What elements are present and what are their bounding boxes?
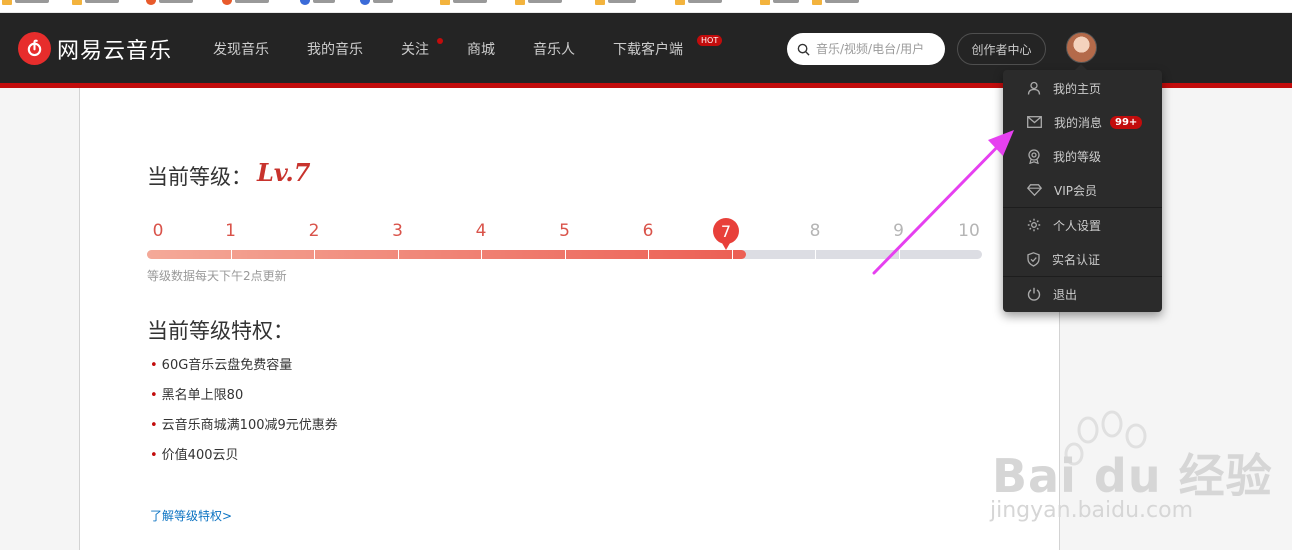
bookmark-item[interactable] <box>812 0 859 6</box>
unread-count-badge: 99+ <box>1110 115 1143 129</box>
privilege-item: • 黑名单上限80 <box>150 388 244 403</box>
level-tick-label: 3 <box>392 221 403 241</box>
menu-item-label: 我的主页 <box>1053 81 1102 96</box>
bookmark-item[interactable] <box>300 0 335 6</box>
current-level-label: 当前等级： <box>147 165 252 189</box>
level-tick-label: 1 <box>225 221 236 241</box>
level-progress-separator <box>230 250 232 259</box>
bookmark-item[interactable] <box>595 0 636 6</box>
bookmark-item[interactable] <box>675 0 722 6</box>
logo-text: 网易云音乐 <box>57 38 173 64</box>
medal-icon <box>1028 148 1040 164</box>
bookmark-item[interactable] <box>440 0 487 6</box>
hot-badge: HOT <box>697 35 723 46</box>
level-tick-label: 8 <box>809 221 821 241</box>
level-progress-separator <box>481 250 482 259</box>
bookmark-item[interactable] <box>360 0 393 6</box>
power-icon <box>1027 287 1041 301</box>
menu-item-vip[interactable]: VIP会员 <box>1003 173 1162 207</box>
level-progress-separator <box>397 250 399 259</box>
level-progress-separator <box>648 250 649 259</box>
nav-store[interactable]: 商城 <box>467 39 495 59</box>
bookmark-item[interactable] <box>2 0 49 6</box>
level-update-note: 等级数据每天下午2点更新 <box>147 269 287 283</box>
bookmark-item[interactable] <box>222 0 269 6</box>
creator-center-button[interactable]: 创作者中心 <box>957 33 1046 65</box>
bookmark-item[interactable] <box>72 0 119 6</box>
menu-item-real-name-verification[interactable]: 实名认证 <box>1003 242 1162 276</box>
privileges-title: 当前等级特权： <box>147 319 294 343</box>
menu-item-my-messages[interactable]: 我的消息 99+ <box>1003 105 1162 139</box>
avatar[interactable] <box>1066 32 1097 63</box>
search-icon <box>797 43 810 56</box>
menu-item-label: 退出 <box>1053 287 1078 302</box>
current-level-value: Lv.7 <box>257 158 311 187</box>
browser-bookmarks-bar <box>0 0 1292 13</box>
menu-item-settings[interactable]: 个人设置 <box>1003 208 1162 242</box>
bookmark-item[interactable] <box>146 0 193 6</box>
level-progress-separator <box>564 250 566 259</box>
current-level-marker: 7 <box>713 218 739 250</box>
gear-icon <box>1027 218 1041 232</box>
site-logo[interactable]: 网易云音乐 <box>18 32 172 65</box>
level-tick-label: 2 <box>308 221 320 241</box>
annotation-arrow-icon <box>872 130 1014 275</box>
nav-my-music[interactable]: 我的音乐 <box>307 39 363 59</box>
bookmark-item[interactable] <box>760 0 799 6</box>
level-progress-separator <box>731 250 733 259</box>
level-tick-label: 4 <box>475 221 487 241</box>
privilege-item: • 云音乐商城满100减9元优惠券 <box>150 418 338 433</box>
nav-download-client[interactable]: 下载客户端 <box>613 39 683 59</box>
nav-follow[interactable]: 关注 <box>401 39 429 59</box>
menu-item-logout[interactable]: 退出 <box>1003 277 1162 311</box>
menu-item-label: VIP会员 <box>1054 183 1097 198</box>
netease-music-logo-icon <box>18 32 51 65</box>
level-tick-label: 6 <box>642 221 654 241</box>
nav-discover-music[interactable]: 发现音乐 <box>213 39 269 59</box>
menu-item-label: 我的消息 <box>1054 115 1103 130</box>
level-progress-separator <box>815 250 816 259</box>
shield-check-icon <box>1027 251 1040 267</box>
learn-level-privileges-link[interactable]: 了解等级特权> <box>150 507 232 524</box>
watermark-url: jingyan.baidu.com <box>990 498 1194 523</box>
search-box[interactable] <box>787 33 945 65</box>
bookmark-item[interactable] <box>515 0 562 6</box>
user-dropdown-menu: 我的主页 我的消息 99+ 我的等级 VIP会员 个人设置 实名认证 退出 <box>1003 64 1162 312</box>
follow-notification-dot <box>437 38 443 44</box>
nav-musician[interactable]: 音乐人 <box>533 39 575 59</box>
level-progress-fill <box>147 250 746 259</box>
user-icon <box>1027 81 1041 95</box>
privilege-item-text: 云音乐商城满100减9元优惠券 <box>161 418 338 433</box>
level-progress-separator <box>314 250 315 259</box>
privilege-item: • 价值400云贝 <box>150 448 239 463</box>
privilege-item-text: 60G音乐云盘免费容量 <box>161 358 293 373</box>
search-input[interactable] <box>816 42 936 56</box>
privilege-item-text: 价值400云贝 <box>161 448 239 463</box>
level-tick-label: 0 <box>152 221 164 241</box>
menu-item-label: 个人设置 <box>1053 218 1102 233</box>
menu-item-my-homepage[interactable]: 我的主页 <box>1003 71 1162 105</box>
menu-item-my-level[interactable]: 我的等级 <box>1003 139 1162 173</box>
menu-item-label: 实名认证 <box>1052 252 1101 267</box>
privilege-item: • 60G音乐云盘免费容量 <box>150 358 293 373</box>
diamond-icon <box>1027 184 1042 196</box>
menu-item-label: 我的等级 <box>1053 149 1102 164</box>
privilege-item-text: 黑名单上限80 <box>161 388 244 403</box>
current-level-marker-label: 7 <box>720 221 732 241</box>
watermark-brand: Bai du 经验 <box>992 449 1273 503</box>
level-tick-label: 5 <box>559 221 570 241</box>
mail-icon <box>1027 116 1042 128</box>
